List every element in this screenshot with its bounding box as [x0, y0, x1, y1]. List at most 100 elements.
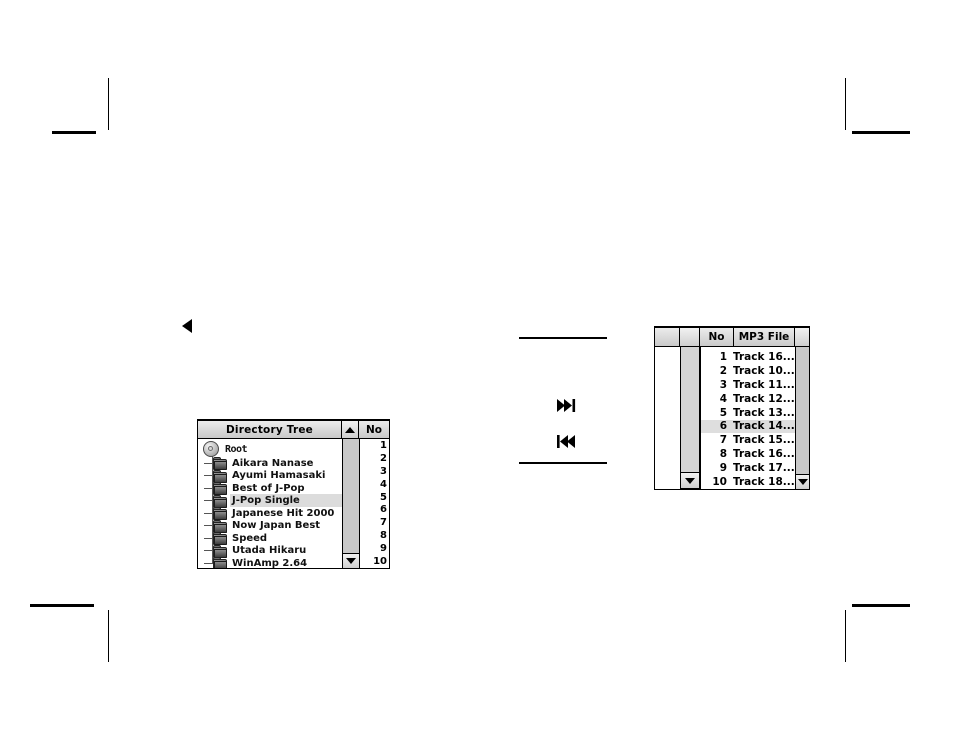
clipped-row-number: 7 [380, 517, 387, 529]
folder-icon [213, 457, 227, 471]
callout-rule-bottom [519, 462, 607, 464]
clipped-row-number: 9 [380, 543, 387, 555]
tree-item-japanese-hit-2000[interactable]: Japanese Hit 2000 [198, 507, 342, 521]
tree-item-aikara-nanase[interactable]: Aikara Nanase [198, 457, 342, 471]
mp3-track-list[interactable]: 1 Track 16...... 2 Track 10...... 3 Trac… [700, 347, 807, 489]
folder-icon [213, 532, 227, 546]
scrollbar-track[interactable] [343, 439, 359, 553]
tree-item-winamp-2-64[interactable]: WinAmp 2.64 [198, 557, 342, 568]
tree-item-label: J-Pop Single [230, 494, 342, 508]
folder-icon [213, 482, 227, 496]
clipped-row-number: 6 [380, 504, 387, 516]
track-number: 1 [719, 350, 727, 363]
scroll-down-button[interactable] [796, 474, 809, 489]
next-track-icon[interactable] [557, 399, 577, 412]
mp3-window-header: No MP3 File [655, 328, 809, 347]
mp3-left-scrollbar[interactable] [680, 347, 700, 489]
mp3-column-header-no: No [700, 328, 734, 346]
crop-mark-bottom-left-horizontal [30, 604, 94, 607]
mp3-left-scroll-up-button[interactable] [680, 328, 700, 346]
table-row[interactable]: 8 Track 16...... [701, 447, 807, 461]
tree-item-label: Utada Hikaru [232, 545, 307, 557]
clipped-row-number: 3 [380, 465, 387, 477]
tree-branch-stub [204, 550, 212, 552]
crop-mark-bottom-right-horizontal [852, 604, 910, 607]
tree-item-label: Now Japan Best [232, 520, 321, 532]
crop-mark-top-right-vertical [845, 78, 846, 130]
clipped-no-column: 1 2 3 4 5 6 7 8 9 10 [359, 439, 389, 568]
tree-item-speed[interactable]: Speed [198, 532, 342, 546]
tree-branch-stub [204, 500, 212, 502]
tree-branch-stub [204, 525, 212, 527]
folder-icon [213, 519, 227, 533]
mp3-file-window[interactable]: No MP3 File 1 Track 16...... 2 Track 10.… [654, 326, 810, 490]
crop-mark-bottom-left-vertical [108, 610, 109, 662]
callout-rule-top [519, 337, 607, 339]
tree-item-label: Speed [232, 532, 268, 544]
tree-item-ayumi-hamasaki[interactable]: Ayumi Hamasaki [198, 469, 342, 483]
tree-item-utada-hikaru[interactable]: Utada Hikaru [198, 544, 342, 558]
scroll-down-button[interactable] [680, 472, 700, 489]
tree-branch-stub [204, 512, 212, 514]
mp3-window-body: 1 Track 16...... 2 Track 10...... 3 Trac… [655, 347, 809, 489]
table-row[interactable]: 2 Track 10...... [701, 364, 807, 378]
table-row[interactable]: 9 Track 17...... [701, 461, 807, 475]
tree-item-label: Ayumi Hamasaki [232, 470, 326, 482]
chevron-down-icon [797, 479, 808, 485]
mp3-right-scroll-up-button[interactable] [795, 328, 809, 346]
tree-item-root[interactable]: Root [198, 441, 342, 457]
clipped-row-number: 8 [380, 530, 387, 542]
left-triangle-marker [182, 319, 192, 333]
directory-tree-list[interactable]: Root Aikara Nanase Ayumi Hamasaki Best o… [198, 439, 342, 568]
table-row-selected[interactable]: 6 Track 14...... [701, 419, 807, 434]
track-number: 4 [719, 392, 727, 405]
scroll-down-button[interactable] [343, 553, 359, 568]
track-number: 5 [719, 406, 727, 419]
clipped-row-number: 10 [373, 556, 387, 568]
tree-item-now-japan-best[interactable]: Now Japan Best [198, 519, 342, 533]
directory-tree-body: Root Aikara Nanase Ayumi Hamasaki Best o… [198, 439, 389, 568]
mp3-column-header-file: MP3 File [734, 328, 795, 346]
crop-mark-top-left-vertical [108, 78, 109, 130]
directory-tree-window[interactable]: Directory Tree No Root Aikara Nanase Ayu… [197, 419, 390, 569]
chevron-down-icon [685, 477, 695, 484]
track-number: 3 [719, 378, 727, 391]
folder-icon [213, 494, 227, 508]
chevron-up-icon [345, 426, 355, 433]
tree-branch-stub [204, 537, 212, 539]
tree-branch-stub [204, 462, 212, 464]
table-row[interactable]: 7 Track 15...... [701, 433, 807, 447]
directory-tree-header: Directory Tree No [198, 421, 389, 439]
scrollbar-track[interactable] [796, 347, 809, 474]
scrollbar-track[interactable] [680, 347, 700, 472]
mp3-header-spacer [655, 328, 680, 346]
table-row[interactable]: 5 Track 13...... [701, 406, 807, 420]
crop-mark-bottom-right-vertical [845, 610, 846, 662]
previous-track-icon[interactable] [557, 435, 577, 448]
track-number: 8 [719, 448, 727, 461]
mp3-right-scrollbar[interactable] [795, 347, 809, 489]
tree-item-j-pop-single[interactable]: J-Pop Single [198, 494, 342, 508]
tree-branch-stub [204, 487, 212, 489]
mp3-left-gutter [655, 347, 680, 489]
directory-tree-scrollbar[interactable] [342, 439, 359, 568]
table-row[interactable]: 10 Track 18...... [701, 475, 806, 489]
crop-mark-top-left-horizontal [52, 131, 96, 134]
tree-item-root-label: Root [225, 443, 248, 455]
clipped-no-column-header: No [359, 421, 389, 438]
table-row[interactable]: 1 Track 16...... [701, 350, 807, 364]
track-number: 6 [719, 420, 727, 433]
tree-branch-stub [204, 562, 212, 564]
tree-item-best-of-j-pop[interactable]: Best of J-Pop [198, 482, 342, 496]
directory-tree-scroll-up-header-button[interactable] [342, 421, 359, 438]
track-number: 9 [719, 462, 727, 475]
clipped-row-number: 5 [380, 491, 387, 503]
tree-item-label: WinAmp 2.64 [232, 557, 308, 568]
table-row[interactable]: 3 Track 11...... [701, 378, 807, 392]
directory-tree-title: Directory Tree [198, 421, 342, 438]
folder-icon [213, 557, 227, 568]
table-row[interactable]: 4 Track 12...... [701, 392, 807, 406]
chevron-down-icon [346, 558, 356, 564]
folder-icon [213, 544, 227, 558]
clipped-row-number: 1 [380, 439, 387, 451]
